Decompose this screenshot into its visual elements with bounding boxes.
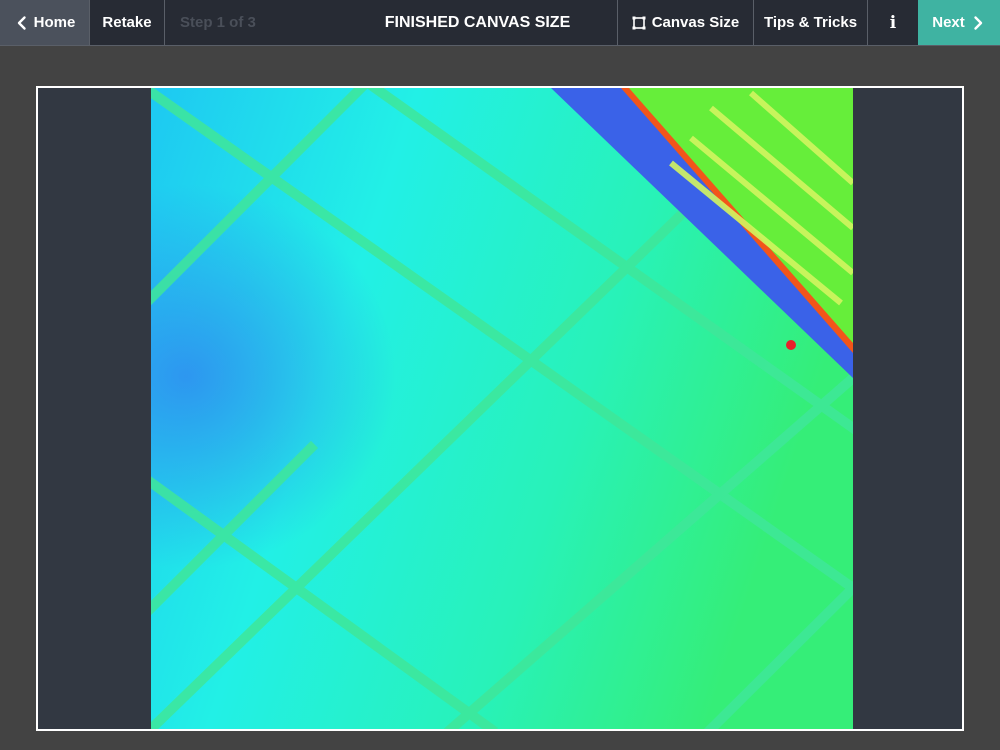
home-label: Home [33,14,76,31]
chevron-left-icon [14,15,30,31]
page-title: FINISHED CANVAS SIZE [384,14,571,31]
canvas-size-button[interactable]: Canvas Size [617,0,753,45]
tips-and-tricks-button[interactable]: Tips & Tricks [753,0,868,45]
canvas-frame [36,86,964,731]
step-indicator: Step 1 of 3 [180,14,256,31]
retake-label: Retake [102,14,152,31]
crop-square-icon [632,16,646,30]
info-button[interactable]: i [868,0,918,45]
info-icon: i [889,12,897,33]
captured-photo[interactable] [151,88,853,729]
home-button[interactable]: Home [0,0,89,45]
next-button[interactable]: Next [918,0,1000,45]
tips-label: Tips & Tricks [763,14,858,31]
top-toolbar: Home Retake Step 1 of 3 FINISHED CANVAS … [0,0,1000,46]
chevron-right-icon [970,15,986,31]
retake-button[interactable]: Retake [89,0,165,45]
canvas-size-label: Canvas Size [651,14,740,31]
next-label: Next [932,14,965,31]
photo-image [151,88,853,729]
